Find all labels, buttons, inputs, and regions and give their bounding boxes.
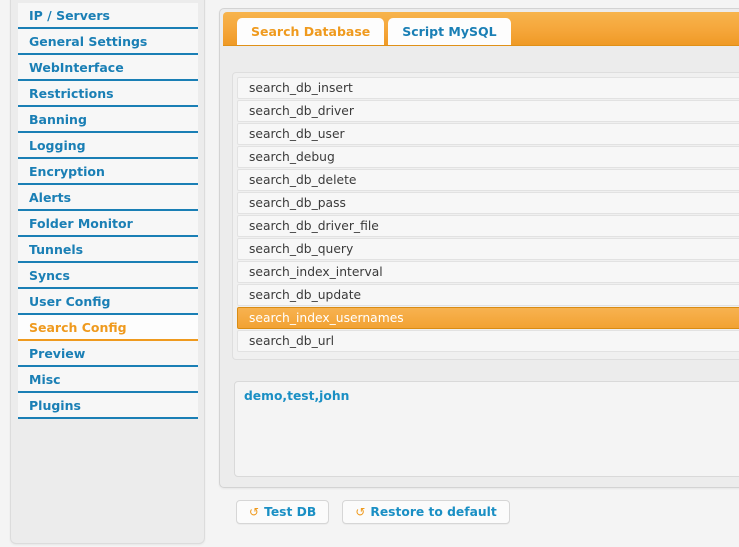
sidebar-item-label: IP / Servers bbox=[29, 8, 110, 23]
restore-to-default-button[interactable]: ↺ Restore to default bbox=[342, 500, 510, 524]
sidebar-item-syncs[interactable]: Syncs bbox=[18, 263, 198, 289]
sidebar-item-user-config[interactable]: User Config bbox=[18, 289, 198, 315]
sidebar-item-label: Search Config bbox=[29, 320, 127, 335]
sidebar-item-label: WebInterface bbox=[29, 60, 124, 75]
option-label: search_db_query bbox=[249, 242, 354, 256]
sidebar-item-label: General Settings bbox=[29, 34, 148, 49]
test-db-button[interactable]: ↺ Test DB bbox=[236, 500, 330, 524]
sidebar-item-label: Preview bbox=[29, 346, 86, 361]
restore-to-default-button-label: Restore to default bbox=[370, 505, 497, 519]
sidebar-item-alerts[interactable]: Alerts bbox=[18, 185, 198, 211]
sidebar-item-general-settings[interactable]: General Settings bbox=[18, 29, 198, 55]
sidebar-item-label: Logging bbox=[29, 138, 86, 153]
test-db-button-label: Test DB bbox=[264, 505, 317, 519]
action-button-row: ↺ Test DB ↺ Restore to default bbox=[236, 500, 518, 524]
list-item[interactable]: search_index_interval bbox=[237, 261, 739, 283]
sidebar-panel: IP / Servers General Settings WebInterfa… bbox=[10, 0, 205, 544]
option-label: search_db_insert bbox=[249, 81, 353, 95]
sidebar-item-restrictions[interactable]: Restrictions bbox=[18, 81, 198, 107]
sidebar-item-logging[interactable]: Logging bbox=[18, 133, 198, 159]
option-label: search_db_delete bbox=[249, 173, 357, 187]
list-item[interactable]: search_db_driver_file bbox=[237, 215, 739, 237]
sidebar-item-preview[interactable]: Preview bbox=[18, 341, 198, 367]
option-label: search_index_usernames bbox=[249, 311, 404, 325]
sidebar-item-label: Syncs bbox=[29, 268, 70, 283]
sidebar-item-label: Restrictions bbox=[29, 86, 114, 101]
list-item[interactable]: search_db_driver bbox=[237, 100, 739, 122]
tab-script-mysql[interactable]: Script MySQL bbox=[388, 18, 511, 45]
sidebar-nav: IP / Servers General Settings WebInterfa… bbox=[18, 3, 198, 419]
refresh-icon: ↺ bbox=[249, 505, 260, 519]
list-item[interactable]: search_db_query bbox=[237, 238, 739, 260]
option-label: search_db_user bbox=[249, 127, 345, 141]
sidebar-item-label: Misc bbox=[29, 372, 61, 387]
list-item[interactable]: search_db_delete bbox=[237, 169, 739, 191]
setting-value-input[interactable] bbox=[234, 381, 739, 477]
list-item[interactable]: search_db_update bbox=[237, 284, 739, 306]
list-item[interactable]: search_db_insert bbox=[237, 77, 739, 99]
option-label: search_debug bbox=[249, 150, 335, 164]
sidebar-item-label: Tunnels bbox=[29, 242, 84, 257]
settings-key-list[interactable]: search_db_insert search_db_driver search… bbox=[232, 72, 739, 360]
list-item-selected[interactable]: search_index_usernames bbox=[237, 307, 739, 329]
sidebar-item-search-config[interactable]: Search Config bbox=[18, 315, 198, 341]
sidebar-item-label: Plugins bbox=[29, 398, 81, 413]
list-item[interactable]: search_db_user bbox=[237, 123, 739, 145]
sidebar-item-banning[interactable]: Banning bbox=[18, 107, 198, 133]
sidebar-item-tunnels[interactable]: Tunnels bbox=[18, 237, 198, 263]
sidebar-item-label: Banning bbox=[29, 112, 87, 127]
option-label: search_db_driver bbox=[249, 104, 354, 118]
list-item[interactable]: search_db_url bbox=[237, 330, 739, 352]
option-label: search_db_pass bbox=[249, 196, 346, 210]
sidebar-item-encryption[interactable]: Encryption bbox=[18, 159, 198, 185]
option-label: search_index_interval bbox=[249, 265, 383, 279]
tab-search-database[interactable]: Search Database bbox=[237, 18, 385, 45]
sidebar-item-label: Encryption bbox=[29, 164, 105, 179]
option-label: search_db_driver_file bbox=[249, 219, 379, 233]
tab-label: Script MySQL bbox=[402, 24, 497, 39]
sidebar-item-ip-servers[interactable]: IP / Servers bbox=[18, 3, 198, 29]
option-label: search_db_url bbox=[249, 334, 335, 348]
sidebar-item-label: User Config bbox=[29, 294, 111, 309]
tab-label: Search Database bbox=[251, 24, 371, 39]
sidebar-item-webinterface[interactable]: WebInterface bbox=[18, 55, 198, 81]
restore-icon: ↺ bbox=[355, 505, 366, 519]
sidebar-item-folder-monitor[interactable]: Folder Monitor bbox=[18, 211, 198, 237]
tab-bar: Search Database Script MySQL bbox=[223, 12, 739, 46]
sidebar-item-label: Alerts bbox=[29, 190, 72, 205]
list-item[interactable]: search_debug bbox=[237, 146, 739, 168]
list-item[interactable]: search_db_pass bbox=[237, 192, 739, 214]
sidebar-item-label: Folder Monitor bbox=[29, 216, 133, 231]
option-label: search_db_update bbox=[249, 288, 362, 302]
app-window: IP / Servers General Settings WebInterfa… bbox=[0, 0, 739, 547]
sidebar-item-plugins[interactable]: Plugins bbox=[18, 393, 198, 419]
sidebar-item-misc[interactable]: Misc bbox=[18, 367, 198, 393]
